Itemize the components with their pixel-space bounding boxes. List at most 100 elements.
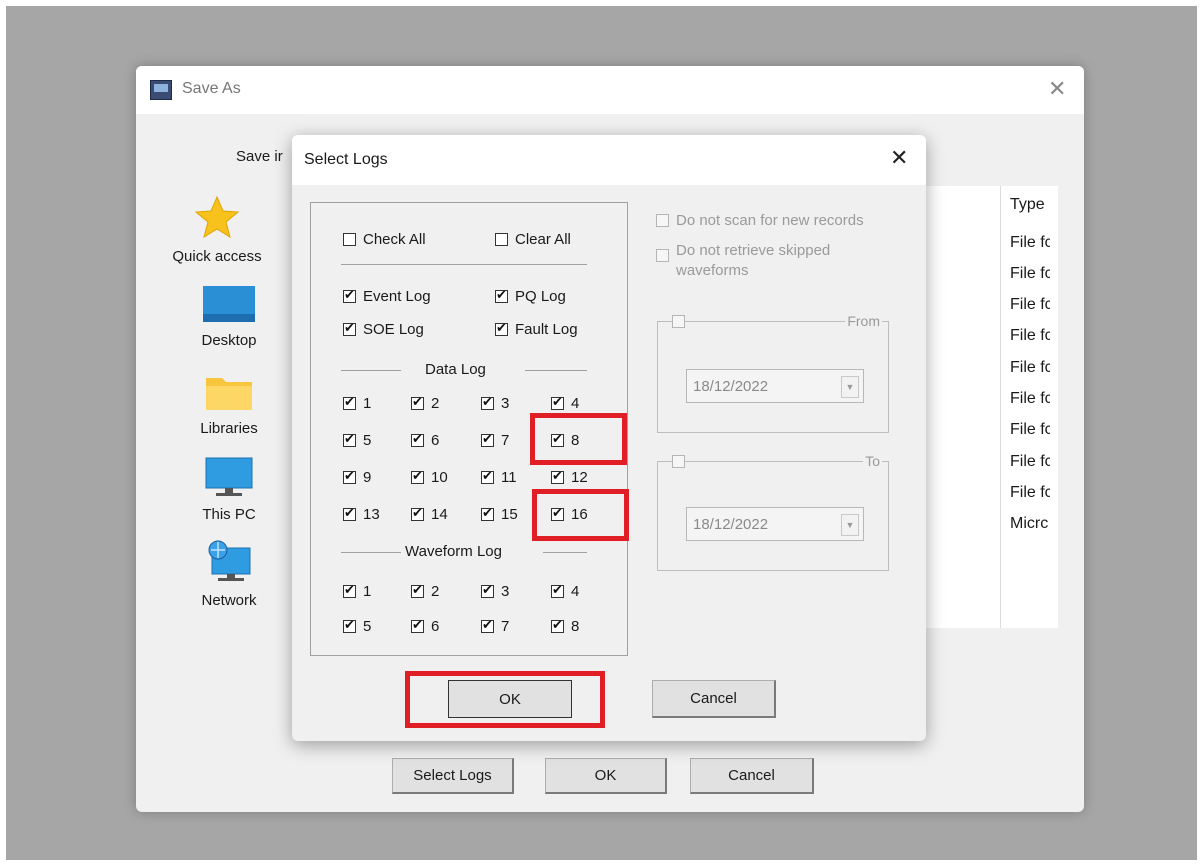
- waveform-log-checkbox[interactable]: 4: [551, 583, 579, 600]
- save-as-titlebar: Save As ✕: [136, 66, 1084, 114]
- checkbox-label: 7: [501, 432, 510, 449]
- data-log-checkbox[interactable]: 14: [411, 506, 448, 523]
- divider: [341, 370, 401, 371]
- checkbox-label: 2: [431, 583, 440, 600]
- checkbox-label: 3: [501, 395, 510, 412]
- checkbox-label: 1: [363, 583, 372, 600]
- list-item[interactable]: File fc: [1010, 453, 1050, 471]
- waveform-log-checkbox[interactable]: 6: [411, 618, 439, 635]
- checkbox-label-line1: Do not retrieve skipped: [676, 242, 831, 259]
- checkbox-box: [343, 288, 356, 303]
- data-log-checkbox[interactable]: 11: [481, 469, 517, 486]
- list-item[interactable]: Micrc: [1010, 515, 1050, 533]
- checkbox-label: PQ Log: [515, 288, 566, 305]
- check-all-checkbox[interactable]: Check All: [343, 231, 426, 248]
- nav-network[interactable]: Network: [182, 540, 276, 609]
- nav-this-pc[interactable]: This PC: [182, 456, 276, 523]
- chevron-down-icon[interactable]: ▼: [841, 514, 859, 536]
- checkbox-box: [495, 233, 508, 246]
- close-icon[interactable]: ✕: [1048, 76, 1066, 102]
- to-label: To: [863, 453, 882, 469]
- file-list[interactable]: Type File fc File fc File fc File fc Fil…: [916, 186, 1058, 628]
- pq-log-checkbox[interactable]: PQ Log: [495, 288, 566, 305]
- data-log-checkbox[interactable]: 1: [343, 395, 371, 412]
- checkbox-box: [481, 395, 494, 410]
- nav-desktop[interactable]: Desktop: [182, 284, 276, 349]
- checkbox-label: 7: [501, 618, 510, 635]
- select-logs-button[interactable]: Select Logs: [392, 758, 514, 794]
- checkbox-label: 6: [431, 432, 440, 449]
- checkbox-label: 1: [363, 395, 372, 412]
- data-log-checkbox[interactable]: 9: [343, 469, 371, 486]
- waveform-log-checkbox[interactable]: 2: [411, 583, 439, 600]
- event-log-checkbox[interactable]: Event Log: [343, 288, 431, 305]
- close-icon[interactable]: ✕: [890, 145, 908, 171]
- checkbox-label: 12: [571, 469, 588, 486]
- no-scan-checkbox[interactable]: Do not scan for new records: [656, 212, 864, 229]
- data-log-checkbox[interactable]: 10: [411, 469, 448, 486]
- waveform-log-checkbox[interactable]: 3: [481, 583, 509, 600]
- no-retrieve-checkbox[interactable]: Do not retrieve skipped waveforms: [656, 241, 830, 281]
- checkbox-box: [481, 618, 494, 633]
- checkbox-box: [343, 583, 356, 598]
- checkbox-label: Fault Log: [515, 321, 578, 338]
- waveform-log-checkbox[interactable]: 5: [343, 618, 371, 635]
- to-checkbox[interactable]: [672, 455, 685, 468]
- checkbox-label: Check All: [363, 231, 426, 248]
- list-item[interactable]: File fc: [1010, 327, 1050, 345]
- chevron-down-icon[interactable]: ▼: [841, 376, 859, 398]
- waveform-log-checkbox[interactable]: 1: [343, 583, 371, 600]
- data-log-checkbox[interactable]: 15: [481, 506, 518, 523]
- save-ok-button[interactable]: OK: [545, 758, 667, 794]
- list-item[interactable]: File fc: [1010, 484, 1050, 502]
- nav-libraries[interactable]: Libraries: [182, 372, 276, 437]
- list-item[interactable]: File fc: [1010, 390, 1050, 408]
- list-item[interactable]: File fc: [1010, 265, 1050, 283]
- list-item[interactable]: File fc: [1010, 296, 1050, 314]
- list-item[interactable]: File fc: [1010, 234, 1050, 252]
- nav-quick-access[interactable]: Quick access: [162, 194, 272, 265]
- checkbox-box: [551, 469, 564, 484]
- list-item[interactable]: File fc: [1010, 421, 1050, 439]
- data-log-checkbox[interactable]: 4: [551, 395, 579, 412]
- data-log-checkbox[interactable]: 13: [343, 506, 380, 523]
- column-divider: [1000, 186, 1001, 628]
- desktop-icon: [203, 286, 255, 322]
- checkbox-label: 5: [363, 618, 372, 635]
- from-checkbox[interactable]: [672, 315, 685, 328]
- data-log-checkbox[interactable]: 5: [343, 432, 371, 449]
- save-cancel-button[interactable]: Cancel: [690, 758, 814, 794]
- data-log-checkbox[interactable]: 7: [481, 432, 509, 449]
- data-log-checkbox[interactable]: 6: [411, 432, 439, 449]
- nav-label: Libraries: [200, 420, 258, 437]
- checkbox-label: 13: [363, 506, 380, 523]
- checkbox-label: 5: [363, 432, 372, 449]
- type-column-header[interactable]: Type: [1010, 196, 1045, 214]
- checkbox-label: 8: [571, 618, 580, 635]
- clear-all-checkbox[interactable]: Clear All: [495, 231, 571, 248]
- waveform-log-checkbox[interactable]: 7: [481, 618, 509, 635]
- data-log-checkbox[interactable]: 12: [551, 469, 588, 486]
- fault-log-checkbox[interactable]: Fault Log: [495, 321, 578, 338]
- checkbox-box: [411, 395, 424, 410]
- checkbox-box: [343, 432, 356, 447]
- waveform-log-checkbox[interactable]: 8: [551, 618, 579, 635]
- checkbox-label: 2: [431, 395, 440, 412]
- cancel-button[interactable]: Cancel: [652, 680, 776, 718]
- checkbox-box: [343, 321, 356, 336]
- checkbox-label: Clear All: [515, 231, 571, 248]
- checkbox-box: [481, 506, 494, 521]
- nav-label: Network: [201, 592, 257, 609]
- checkbox-label: 9: [363, 469, 372, 486]
- checkbox-box: [551, 618, 564, 633]
- to-date-picker[interactable]: 18/12/2022 ▼: [686, 507, 864, 541]
- data-log-checkbox[interactable]: 3: [481, 395, 509, 412]
- from-date-picker[interactable]: 18/12/2022 ▼: [686, 369, 864, 403]
- list-item[interactable]: File fc: [1010, 359, 1050, 377]
- star-icon: [194, 195, 240, 239]
- computer-icon: [205, 457, 253, 496]
- checkbox-box: [411, 618, 424, 633]
- soe-log-checkbox[interactable]: SOE Log: [343, 321, 424, 338]
- data-log-checkbox[interactable]: 2: [411, 395, 439, 412]
- checkbox-label: 14: [431, 506, 448, 523]
